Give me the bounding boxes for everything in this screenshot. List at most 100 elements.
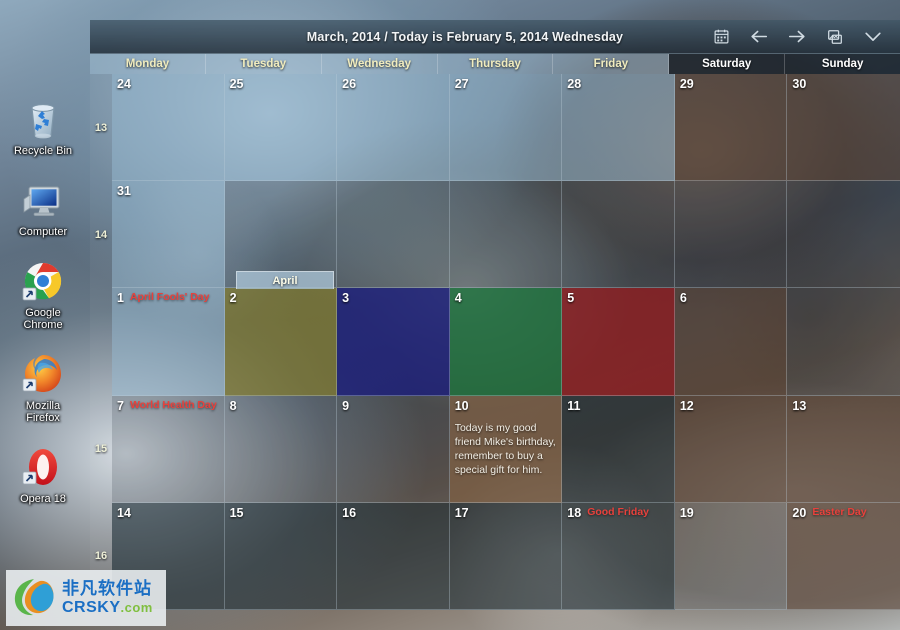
calendar-day-cell-20[interactable]: 20 Easter Day xyxy=(787,502,900,610)
calendar-day-number: 19 xyxy=(679,505,694,520)
week-number: 14 xyxy=(94,228,108,241)
calendar-day-cell-30[interactable]: 30 xyxy=(787,74,900,182)
recycle-bin-icon xyxy=(20,96,66,142)
desktop-icon-mozilla-firefox[interactable]: Mozilla Firefox xyxy=(0,351,86,424)
calendar-day-head: 19 xyxy=(680,506,782,524)
calendar-holiday-label: April Fools' Day xyxy=(129,291,210,304)
calendar-day-cell-12[interactable]: 12 xyxy=(674,395,788,503)
computer-icon xyxy=(20,177,66,223)
google-chrome-icon xyxy=(20,258,66,304)
calendar-day-cell-27[interactable]: 27 xyxy=(449,74,563,182)
calendar-day-number: 1 xyxy=(117,291,124,306)
calendar-day-cell-6[interactable]: 6 xyxy=(674,288,788,396)
calendar-day-number: 18 xyxy=(567,505,582,520)
calendar-day-cell-empty[interactable] xyxy=(787,181,900,289)
calendar-day-cell-28[interactable]: 28 xyxy=(562,74,675,182)
calendar-day-cell-13[interactable]: 13 xyxy=(787,395,900,503)
desktop-icon-opera[interactable]: Opera 18 xyxy=(0,444,86,505)
desktop-icon-recycle-bin[interactable]: Recycle Bin xyxy=(0,96,86,157)
calendar-title: March, 2014 / Today is February 5, 2014 … xyxy=(306,29,624,44)
calendar-day-number: 14 xyxy=(117,505,131,520)
watermark-text: 非凡软件站 CRSKY.com xyxy=(62,580,153,617)
weekday-header-monday[interactable]: Monday xyxy=(90,54,206,74)
calendar-day-cell-empty[interactable] xyxy=(562,181,675,289)
desktop-icon-label: Recycle Bin xyxy=(13,145,73,157)
calendar-day-number: 11 xyxy=(567,398,581,413)
calendar-day-head: 25 xyxy=(230,77,332,95)
arrow-right-icon[interactable] xyxy=(786,26,808,48)
calendar-day-number: 8 xyxy=(229,398,237,413)
calendar-day-cell-18[interactable]: 18 Good Friday xyxy=(562,502,675,610)
calendar-day-cell-7[interactable]: 7 World Health Day xyxy=(112,395,225,503)
calendar-day-head: 6 xyxy=(680,291,782,309)
calendar-day-cell-empty[interactable] xyxy=(337,181,450,289)
calendar-day-number: 28 xyxy=(567,77,582,91)
calendar-day-number: 24 xyxy=(117,77,131,91)
calendar-day-head xyxy=(680,184,782,202)
calendar-day-cell-empty[interactable] xyxy=(449,181,563,289)
calendar-day-head: 12 xyxy=(680,399,782,417)
calendar-day-cell-15[interactable]: 15 xyxy=(224,502,338,610)
calendar-icon[interactable] xyxy=(710,26,732,48)
calendar-holiday-label: Easter Day xyxy=(812,505,867,518)
weekday-header-row: Monday Tuesday Wednesday Thursday Friday… xyxy=(90,54,900,74)
calendar-day-cell-19[interactable]: 19 xyxy=(674,502,788,610)
calendar-day-number: 30 xyxy=(792,77,807,91)
desktop-icon-computer[interactable]: Computer xyxy=(0,177,86,238)
calendar-day-cell-1[interactable]: 1 April Fools' Day xyxy=(112,288,225,396)
week-number: 15 xyxy=(94,443,108,456)
calendar-day-head: 13 xyxy=(792,399,895,417)
weekday-header-wednesday[interactable]: Wednesday xyxy=(321,54,438,74)
calendar-day-number: 10 xyxy=(454,398,469,413)
calendar-day-cell-9[interactable]: 9 xyxy=(337,395,450,503)
calendar-day-cell-5[interactable]: 5 xyxy=(562,288,675,396)
calendar-day-head: 5 xyxy=(567,291,669,309)
calendar-day-head: 9 xyxy=(342,399,444,417)
calendar-day-head xyxy=(792,291,895,309)
calendar-day-cell-10[interactable]: 10 Today is my good friend Mike's birthda… xyxy=(449,395,563,503)
calendar-day-cell-25[interactable]: 25 xyxy=(224,74,338,182)
calendar-day-number: 7 xyxy=(117,398,124,413)
calendar-day-cell-31[interactable]: 31 xyxy=(112,181,225,289)
calendar-day-head: 20 Easter Day xyxy=(792,506,895,524)
calendar-day-head: 16 xyxy=(342,506,444,524)
calendar-widget: March, 2014 / Today is February 5, 2014 … xyxy=(90,20,900,610)
desktop-icon-label: Computer xyxy=(18,226,68,238)
calendar-day-cell-4[interactable]: 4 xyxy=(449,288,563,396)
calendar-day-number: 3 xyxy=(342,291,350,306)
mozilla-firefox-icon xyxy=(20,351,66,397)
weekday-header-thursday[interactable]: Thursday xyxy=(437,54,554,74)
weekday-header-tuesday[interactable]: Tuesday xyxy=(205,54,322,74)
calendar-titlebar: March, 2014 / Today is February 5, 2014 … xyxy=(90,20,900,54)
calendar-day-head: 14 xyxy=(117,506,219,524)
calendar-day-cell-2[interactable]: 2 xyxy=(224,288,338,396)
calendar-day-cell-empty[interactable] xyxy=(787,288,900,396)
desktop-icon-google-chrome[interactable]: Google Chrome xyxy=(0,258,86,331)
weekday-header-saturday[interactable]: Saturday xyxy=(669,54,786,74)
calendar-day-cell-8[interactable]: 8 xyxy=(224,395,338,503)
weekday-header-sunday[interactable]: Sunday xyxy=(785,54,900,74)
calendar-day-cell-16[interactable]: 16 xyxy=(337,502,450,610)
screen-icon[interactable] xyxy=(824,26,846,48)
calendar-day-head: 8 xyxy=(230,399,332,417)
calendar-day-head: 29 xyxy=(680,77,782,95)
calendar-day-cell-3[interactable]: 3 xyxy=(337,288,450,396)
calendar-day-cell-empty[interactable] xyxy=(674,181,788,289)
calendar-day-cell-11[interactable]: 11 xyxy=(562,395,675,503)
calendar-day-cell-17[interactable]: 17 xyxy=(449,502,563,610)
calendar-day-cell-29[interactable]: 29 xyxy=(674,74,788,182)
month-tab-april[interactable]: April xyxy=(236,271,334,289)
chevron-down-icon[interactable] xyxy=(862,26,884,48)
calendar-day-number: 9 xyxy=(342,398,350,413)
calendar-day-head: 15 xyxy=(230,506,332,524)
weekday-header-friday[interactable]: Friday xyxy=(553,54,670,74)
calendar-day-head xyxy=(792,184,895,202)
calendar-toolbar xyxy=(710,26,900,48)
calendar-day-head: 27 xyxy=(455,77,557,95)
calendar-day-number: 6 xyxy=(679,291,687,306)
arrow-left-icon[interactable] xyxy=(748,26,770,48)
desktop-icon-label: Opera 18 xyxy=(20,493,66,505)
calendar-day-cell-26[interactable]: 26 xyxy=(337,74,450,182)
calendar-day-head xyxy=(455,184,557,202)
calendar-day-cell-24[interactable]: 24 xyxy=(112,74,225,182)
